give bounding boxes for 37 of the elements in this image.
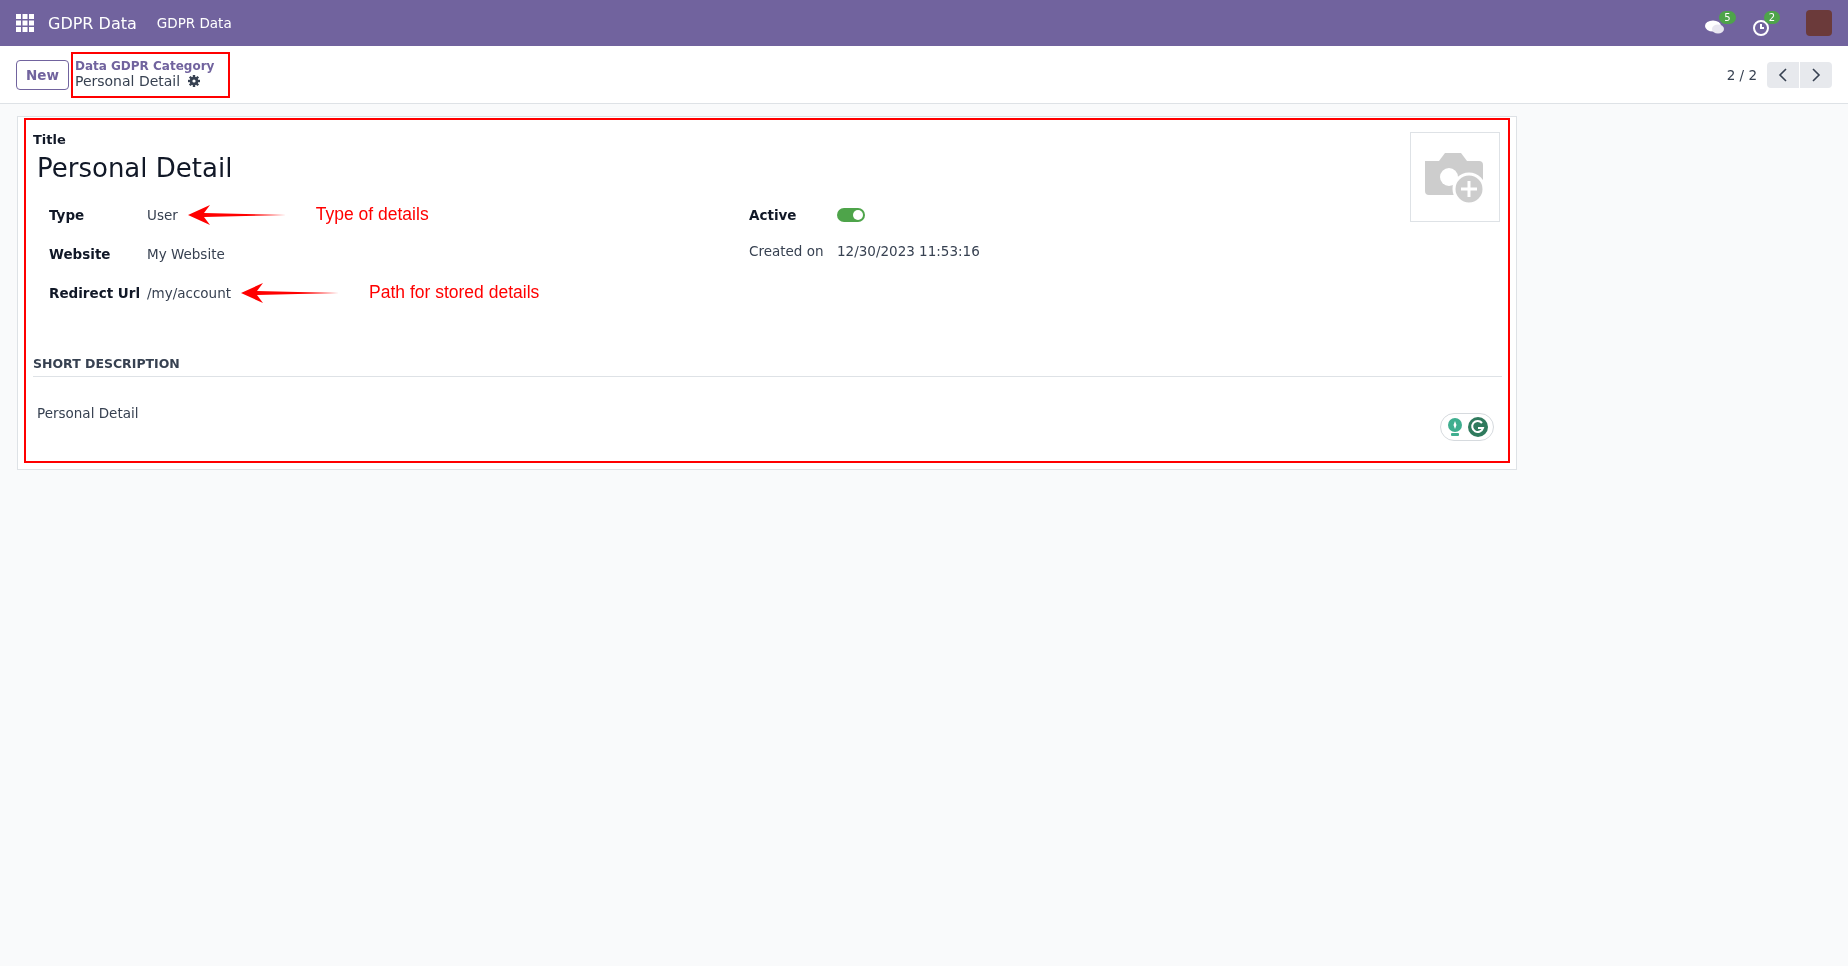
field-label: Created on: [749, 243, 825, 259]
chat-icon: [1705, 19, 1726, 35]
description-field[interactable]: Personal Detail: [37, 405, 1502, 451]
clock-icon: [1751, 19, 1770, 37]
breadcrumb-link[interactable]: Data GDPR Category: [74, 58, 215, 73]
annotation-text: Path for stored details: [369, 282, 540, 303]
record-name: Personal Detail: [74, 72, 181, 89]
field-value[interactable]: /my/account: [147, 284, 232, 301]
field-label: Redirect Url: [49, 284, 142, 301]
title-field[interactable]: Personal Detail: [37, 153, 1502, 183]
app-name[interactable]: GDPR Data: [48, 13, 137, 33]
chevron-right-icon: [1811, 67, 1821, 82]
chevron-left-icon: [1778, 67, 1788, 82]
activity-count: 2: [1763, 11, 1780, 24]
writing-assistant-widget[interactable]: [1440, 413, 1494, 441]
messages-button[interactable]: 5: [1705, 9, 1736, 37]
pager-value: 2 / 2: [1726, 66, 1757, 83]
field-label: Type: [49, 206, 86, 223]
activities-button[interactable]: 2: [1751, 9, 1780, 37]
field-label: Active: [749, 206, 798, 223]
apps-menu-icon[interactable]: [16, 14, 34, 32]
new-button[interactable]: New: [16, 59, 69, 90]
field-label: Website: [49, 245, 112, 262]
message-count: 5: [1719, 11, 1736, 24]
previous-button[interactable]: [1767, 61, 1799, 88]
next-button[interactable]: [1800, 61, 1832, 88]
g-logo-icon: [1468, 417, 1488, 437]
lightbulb-icon: [1446, 417, 1464, 437]
field-value[interactable]: My Website: [147, 245, 225, 262]
field-label: Title: [33, 132, 67, 147]
menu-item[interactable]: GDPR Data: [156, 15, 232, 31]
field-value: 12/30/2023 11:53:16: [837, 243, 980, 259]
field-value[interactable]: User: [147, 206, 178, 223]
section-heading: SHORT DESCRIPTION: [33, 356, 1502, 377]
annotation-text: Type of details: [315, 204, 429, 225]
active-toggle[interactable]: [837, 207, 865, 222]
gear-icon[interactable]: [188, 74, 201, 87]
